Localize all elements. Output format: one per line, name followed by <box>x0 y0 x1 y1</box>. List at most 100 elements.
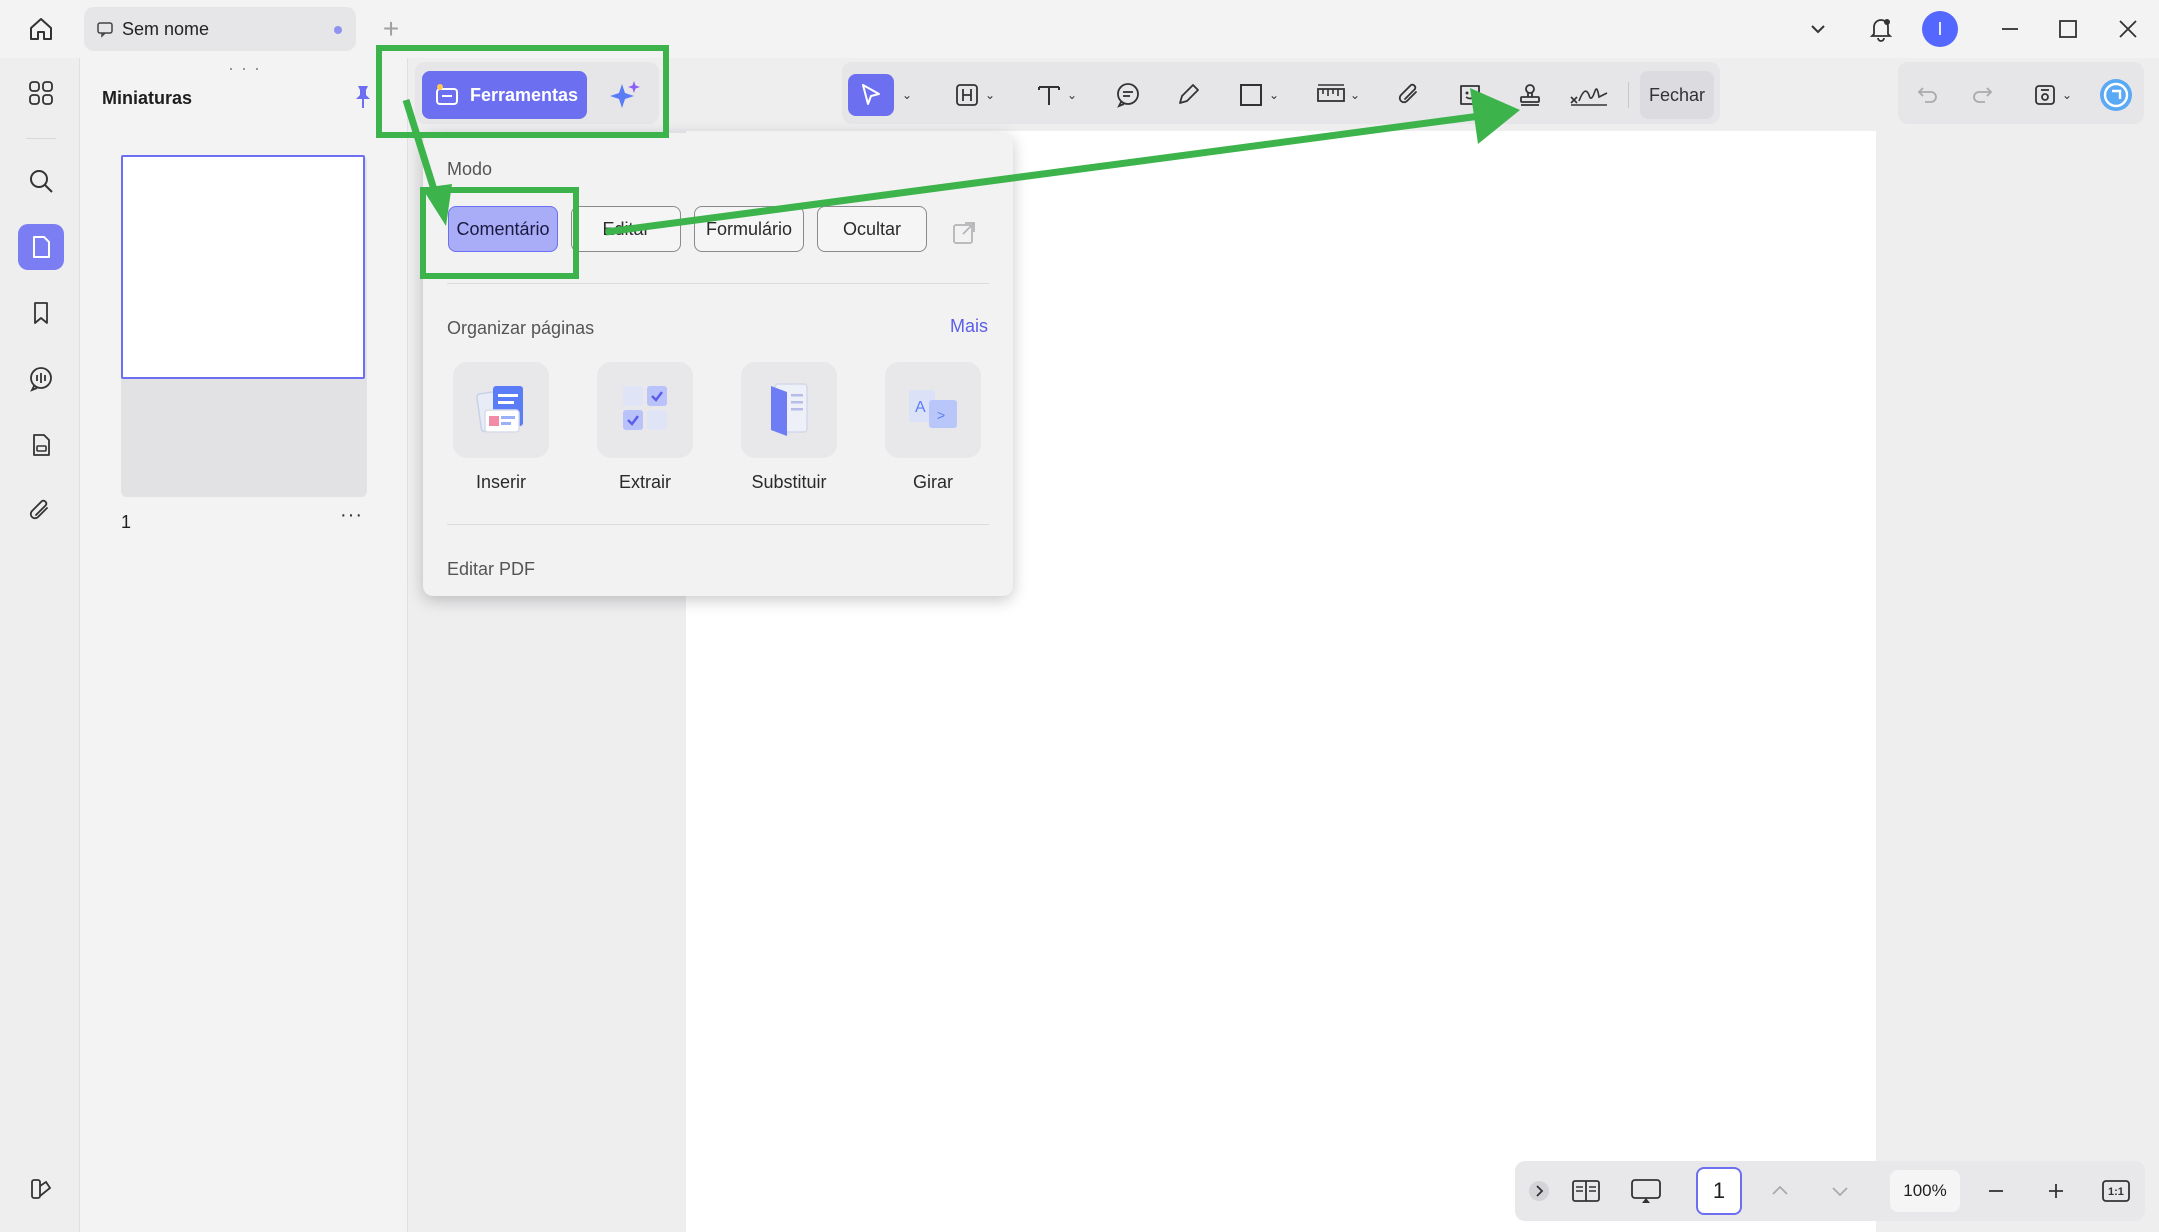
home-button[interactable] <box>24 12 58 46</box>
presentation-button[interactable] <box>1626 1170 1666 1212</box>
close-window-button[interactable] <box>2108 10 2148 48</box>
bell-icon <box>1869 19 1893 42</box>
rail-search-button[interactable] <box>18 158 64 204</box>
tab-list-button[interactable] <box>1800 10 1836 48</box>
cursor-icon <box>862 84 880 105</box>
undo-button[interactable] <box>1908 74 1948 116</box>
document-tab[interactable]: Sem nome <box>84 7 356 51</box>
redo-button[interactable] <box>1962 74 2002 116</box>
thumbnail-panel-title: Miniaturas <box>102 88 193 108</box>
signature-tool-button[interactable] <box>1566 74 1612 116</box>
mode-form-button[interactable]: Formulário <box>694 206 804 252</box>
rail-attachments-button[interactable] <box>18 488 64 534</box>
tools-button[interactable]: Ferramentas <box>422 71 587 119</box>
shape-tool-button[interactable]: ⌄ <box>1230 74 1286 116</box>
rail-theme-button[interactable] <box>18 1166 64 1212</box>
save-button[interactable]: ⌄ <box>2024 74 2080 116</box>
mode-redact-button[interactable]: Ocultar <box>817 206 927 252</box>
replace-pages-tile[interactable] <box>741 362 837 458</box>
next-page-button[interactable] <box>1822 1170 1858 1212</box>
maximize-button[interactable] <box>2048 10 2088 48</box>
zoom-out-button[interactable] <box>1978 1170 2014 1212</box>
tools-button-label: Ferramentas <box>470 84 579 105</box>
extract-pages-tile[interactable] <box>597 362 693 458</box>
unsaved-dot <box>334 26 342 34</box>
text-tool-button[interactable]: ⌄ <box>1028 74 1084 116</box>
new-tab-button[interactable]: + <box>374 12 408 46</box>
open-external-button[interactable] <box>944 212 984 254</box>
attach-tool-button[interactable] <box>1390 74 1430 116</box>
chevron-down-icon: ⌄ <box>1349 88 1361 102</box>
zoom-in-button[interactable] <box>2038 1170 2074 1212</box>
chevron-right-icon <box>1529 1181 1549 1201</box>
panel-resize-handle[interactable]: · · · <box>228 58 261 79</box>
close-icon <box>2119 20 2137 38</box>
notifications-button[interactable] <box>1862 10 1900 48</box>
grid-icon <box>29 81 53 105</box>
pencil-tool-button[interactable] <box>1168 74 1208 116</box>
close-tools-button[interactable]: Fechar <box>1640 71 1714 119</box>
chevron-down-icon: ⌄ <box>901 88 913 102</box>
rail-forms-button[interactable] <box>18 422 64 468</box>
toolbar-divider <box>1628 82 1629 108</box>
zoom-level-input[interactable]: 100% <box>1890 1170 1960 1212</box>
page-thumbnail[interactable] <box>121 155 367 497</box>
measure-tool-button[interactable]: ⌄ <box>1310 74 1366 116</box>
presentation-icon <box>1631 1179 1661 1203</box>
select-tool-button[interactable] <box>848 74 894 116</box>
chevron-down-icon: ⌄ <box>1066 88 1078 102</box>
mode-edit-button[interactable]: Editar <box>571 206 681 252</box>
page-icon <box>33 236 50 258</box>
mode-comment-button[interactable]: Comentário <box>448 206 558 252</box>
select-tool-dropdown[interactable]: ⌄ <box>896 74 914 116</box>
edit-pdf-heading: Editar PDF <box>447 559 536 579</box>
title-bar: Sem nome + I <box>0 0 2159 58</box>
comment-tool-button[interactable] <box>1108 74 1148 116</box>
external-link-icon <box>953 222 975 244</box>
ai-chat-button[interactable] <box>2096 74 2136 116</box>
actual-size-button[interactable]: 1:1 <box>2096 1170 2136 1212</box>
text-icon <box>1037 86 1060 105</box>
stamp-tool-button[interactable] <box>1510 74 1550 116</box>
svg-text:>: > <box>937 407 945 423</box>
rotate-pages-tile[interactable]: A > <box>885 362 981 458</box>
organize-heading: Organizar páginas <box>447 318 595 338</box>
highlight-tool-button[interactable]: ⌄ <box>946 74 1002 116</box>
chevron-down-icon <box>1832 1187 1848 1197</box>
extract-pages-label: Extrair <box>618 472 671 492</box>
sticker-tool-button[interactable] <box>1450 74 1490 116</box>
rail-thumbnails-button[interactable] <box>18 224 64 270</box>
page-thumbnail-more-button[interactable]: ··· <box>340 504 363 527</box>
chevron-down-icon: ⌄ <box>2061 88 2073 102</box>
panel-divider <box>447 283 989 284</box>
bookmark-icon <box>34 302 48 324</box>
page-thumbnail-preview <box>121 155 365 379</box>
pin-panel-button[interactable] <box>348 82 378 112</box>
replace-pages-label: Substituir <box>751 472 827 492</box>
stamp-icon <box>1520 84 1540 106</box>
expand-status-button[interactable] <box>1524 1170 1554 1212</box>
page-layout-button[interactable] <box>1566 1170 1606 1212</box>
highlight-icon <box>956 84 978 106</box>
insert-pages-icon <box>476 386 523 433</box>
page-number-input[interactable]: 1 <box>1696 1167 1742 1215</box>
panel-divider <box>447 524 989 525</box>
rail-bookmarks-button[interactable] <box>18 290 64 336</box>
account-button[interactable]: I <box>1920 10 1960 48</box>
chevron-down-icon: ⌄ <box>984 88 996 102</box>
insert-pages-tile[interactable] <box>453 362 549 458</box>
home-icon <box>30 18 52 40</box>
signature-icon <box>1570 88 1608 106</box>
form-icon <box>33 434 50 456</box>
minimize-icon <box>2002 28 2018 30</box>
more-link[interactable]: Mais <box>950 316 988 337</box>
rail-apps-button[interactable] <box>18 70 64 116</box>
minimize-button[interactable] <box>1990 10 2030 48</box>
rail-comments-button[interactable] <box>18 356 64 402</box>
previous-page-button[interactable] <box>1762 1170 1798 1212</box>
palette-icon <box>31 1179 52 1199</box>
ai-assistant-button[interactable] <box>604 74 646 116</box>
pin-icon <box>356 86 370 108</box>
chevron-down-icon: ⌄ <box>1268 88 1280 102</box>
comment-mode-icon <box>97 22 113 38</box>
